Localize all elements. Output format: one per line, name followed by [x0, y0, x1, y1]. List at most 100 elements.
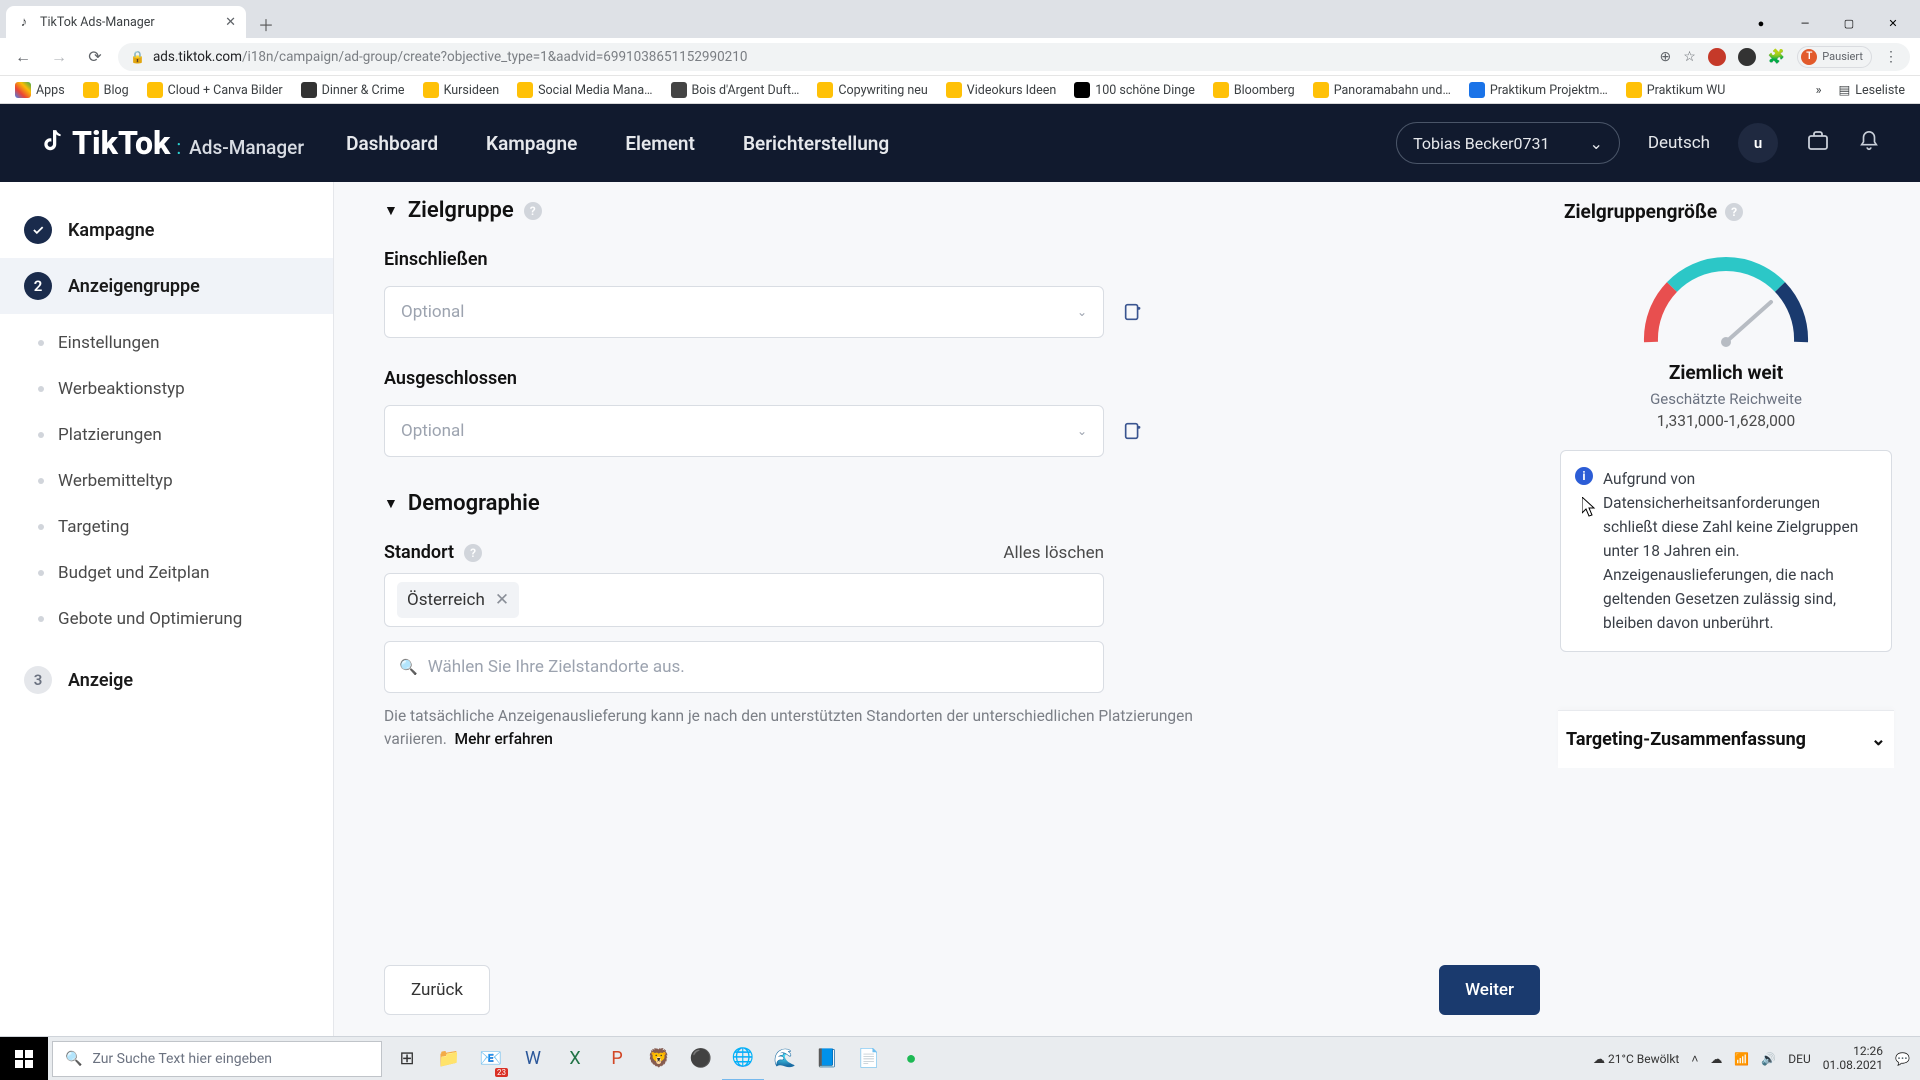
bookmark-item[interactable]: 100 schöne Dinge: [1067, 79, 1202, 101]
nav-dashboard[interactable]: Dashboard: [346, 132, 438, 155]
extensions-puzzle-icon[interactable]: 🧩: [1768, 49, 1785, 65]
nav-element[interactable]: Element: [625, 132, 695, 155]
bookmark-item[interactable]: Praktikum WU: [1619, 79, 1733, 101]
mail-icon[interactable]: 📧23: [470, 1037, 512, 1080]
chrome-account-dot[interactable]: ●: [1740, 8, 1782, 38]
window-close-button[interactable]: ✕: [1872, 8, 1914, 38]
section-audience-header[interactable]: ▼ Zielgruppe ?: [384, 198, 1540, 223]
window-minimize-button[interactable]: —: [1784, 8, 1826, 38]
create-audience-icon[interactable]: [1122, 420, 1144, 442]
weather-widget[interactable]: ☁ 21°C Bewölkt: [1593, 1052, 1679, 1066]
reading-list-button[interactable]: ▤Leseliste: [1831, 79, 1912, 101]
bookmark-item[interactable]: Cloud + Canva Bilder: [140, 79, 290, 101]
location-search-input[interactable]: 🔍 Wählen Sie Ihre Zielstandorte aus.: [384, 641, 1104, 693]
next-button[interactable]: Weiter: [1439, 965, 1540, 1015]
targeting-summary-toggle[interactable]: Targeting-Zusammenfassung ⌄: [1558, 710, 1894, 768]
sidebar-item-bidding[interactable]: Gebote und Optimierung: [0, 596, 333, 642]
tray-chevron-icon[interactable]: ˄: [1691, 1052, 1698, 1066]
create-audience-icon[interactable]: [1122, 301, 1144, 323]
step-ad[interactable]: 3 Anzeige: [0, 652, 333, 708]
file-explorer-icon[interactable]: 📁: [428, 1037, 470, 1080]
brand-logo[interactable]: TikTok : Ads-Manager: [40, 124, 304, 162]
excel-icon[interactable]: X: [554, 1037, 596, 1080]
clear-all-locations-link[interactable]: Alles löschen: [1003, 542, 1104, 565]
folder-icon: [147, 82, 163, 98]
learn-more-link[interactable]: Mehr erfahren: [455, 730, 553, 748]
obs-icon[interactable]: ⚫: [680, 1037, 722, 1080]
nav-reporting[interactable]: Berichterstellung: [743, 132, 889, 155]
bookmark-item[interactable]: Praktikum Projektm…: [1462, 79, 1615, 101]
spotify-icon[interactable]: ●: [890, 1037, 932, 1080]
briefcase-icon[interactable]: [1806, 129, 1830, 158]
zoom-icon[interactable]: ⊕: [1660, 49, 1672, 65]
bookmark-item[interactable]: Dinner & Crime: [294, 79, 412, 101]
wifi-icon[interactable]: 📶: [1734, 1052, 1749, 1066]
start-button[interactable]: [0, 1037, 48, 1080]
help-icon[interactable]: ?: [524, 202, 542, 220]
brave-icon[interactable]: 🦁: [638, 1037, 680, 1080]
bookmarks-bar: Apps Blog Cloud + Canva Bilder Dinner & …: [0, 75, 1920, 104]
step-campaign[interactable]: Kampagne: [0, 202, 333, 258]
bookmark-item[interactable]: Videokurs Ideen: [939, 79, 1063, 101]
bookmarks-overflow-icon[interactable]: »: [1816, 83, 1822, 98]
word-icon[interactable]: W: [512, 1037, 554, 1080]
account-selector[interactable]: Tobias Becker0731 ⌄: [1396, 122, 1620, 164]
nav-campaign[interactable]: Kampagne: [486, 132, 577, 155]
forward-button[interactable]: →: [46, 44, 72, 70]
lock-icon: 🔒: [130, 50, 145, 64]
bookmark-item[interactable]: Blog: [76, 79, 136, 101]
help-icon[interactable]: ?: [1725, 203, 1743, 221]
bookmark-item[interactable]: Social Media Mana…: [510, 79, 659, 101]
section-demographics-header[interactable]: ▼ Demographie: [384, 491, 1540, 516]
sidebar-item-settings[interactable]: Einstellungen: [0, 320, 333, 366]
menu-kebab-icon[interactable]: ⋮: [1884, 49, 1898, 65]
back-button[interactable]: Zurück: [384, 965, 490, 1015]
sidebar-item-creative-type[interactable]: Werbemitteltyp: [0, 458, 333, 504]
extension-adblock-icon[interactable]: [1708, 48, 1726, 66]
address-bar[interactable]: 🔒 ads.tiktok.com/i18n/campaign/ad-group/…: [118, 43, 1910, 71]
clock[interactable]: 12:26 01.08.2021: [1823, 1045, 1883, 1073]
bookmark-item[interactable]: Copywriting neu: [810, 79, 934, 101]
powerpoint-icon[interactable]: P: [596, 1037, 638, 1080]
sidebar-item-promotion-type[interactable]: Werbeaktionstyp: [0, 366, 333, 412]
onedrive-icon[interactable]: ☁: [1710, 1052, 1722, 1066]
exclude-audience-select[interactable]: Optional ⌄: [384, 405, 1104, 457]
bookmark-apps[interactable]: Apps: [8, 79, 72, 101]
bell-icon[interactable]: [1858, 130, 1880, 157]
taskbar-search[interactable]: 🔍 Zur Suche Text hier eingeben: [52, 1041, 382, 1077]
bookmark-item[interactable]: Kursideen: [416, 79, 507, 101]
sidebar-item-targeting[interactable]: Targeting: [0, 504, 333, 550]
edge-icon[interactable]: 🌊: [764, 1037, 806, 1080]
audience-gauge: [1636, 247, 1816, 347]
browser-tab[interactable]: ♪ TikTok Ads-Manager ✕: [6, 6, 246, 38]
bookmark-item[interactable]: Bois d'Argent Duft…: [664, 79, 807, 101]
location-tagbox[interactable]: Österreich ✕: [384, 573, 1104, 627]
chrome-icon[interactable]: 🌐: [722, 1037, 764, 1080]
notifications-icon[interactable]: 💬: [1895, 1052, 1910, 1066]
include-audience-select[interactable]: Optional ⌄: [384, 286, 1104, 338]
language-indicator[interactable]: DEU: [1788, 1052, 1810, 1066]
sidebar-item-budget-schedule[interactable]: Budget und Zeitplan: [0, 550, 333, 596]
step-adgroup[interactable]: 2 Anzeigengruppe: [0, 258, 333, 314]
sidebar-item-placements[interactable]: Platzierungen: [0, 412, 333, 458]
remove-tag-icon[interactable]: ✕: [495, 590, 509, 610]
app-icon[interactable]: 📘: [806, 1037, 848, 1080]
back-button[interactable]: ←: [10, 44, 36, 70]
new-tab-button[interactable]: ＋: [252, 10, 280, 38]
user-avatar[interactable]: u: [1738, 123, 1778, 163]
task-view-icon[interactable]: ⊞: [386, 1037, 428, 1080]
profile-chip[interactable]: T Pausiert: [1797, 46, 1872, 68]
notepad-icon[interactable]: 📄: [848, 1037, 890, 1080]
bookmark-item[interactable]: Panoramabahn und…: [1306, 79, 1458, 101]
volume-icon[interactable]: 🔊: [1761, 1052, 1776, 1066]
bookmark-item[interactable]: Bloomberg: [1206, 79, 1302, 101]
info-icon: i: [1575, 467, 1593, 485]
folder-icon: [423, 82, 439, 98]
help-icon[interactable]: ?: [464, 544, 482, 562]
window-maximize-button[interactable]: ▢: [1828, 8, 1870, 38]
language-selector[interactable]: Deutsch: [1648, 133, 1710, 153]
star-icon[interactable]: ☆: [1683, 49, 1696, 65]
extension-icon[interactable]: [1738, 48, 1756, 66]
reload-button[interactable]: ⟳: [82, 44, 108, 70]
close-tab-icon[interactable]: ✕: [225, 15, 236, 30]
